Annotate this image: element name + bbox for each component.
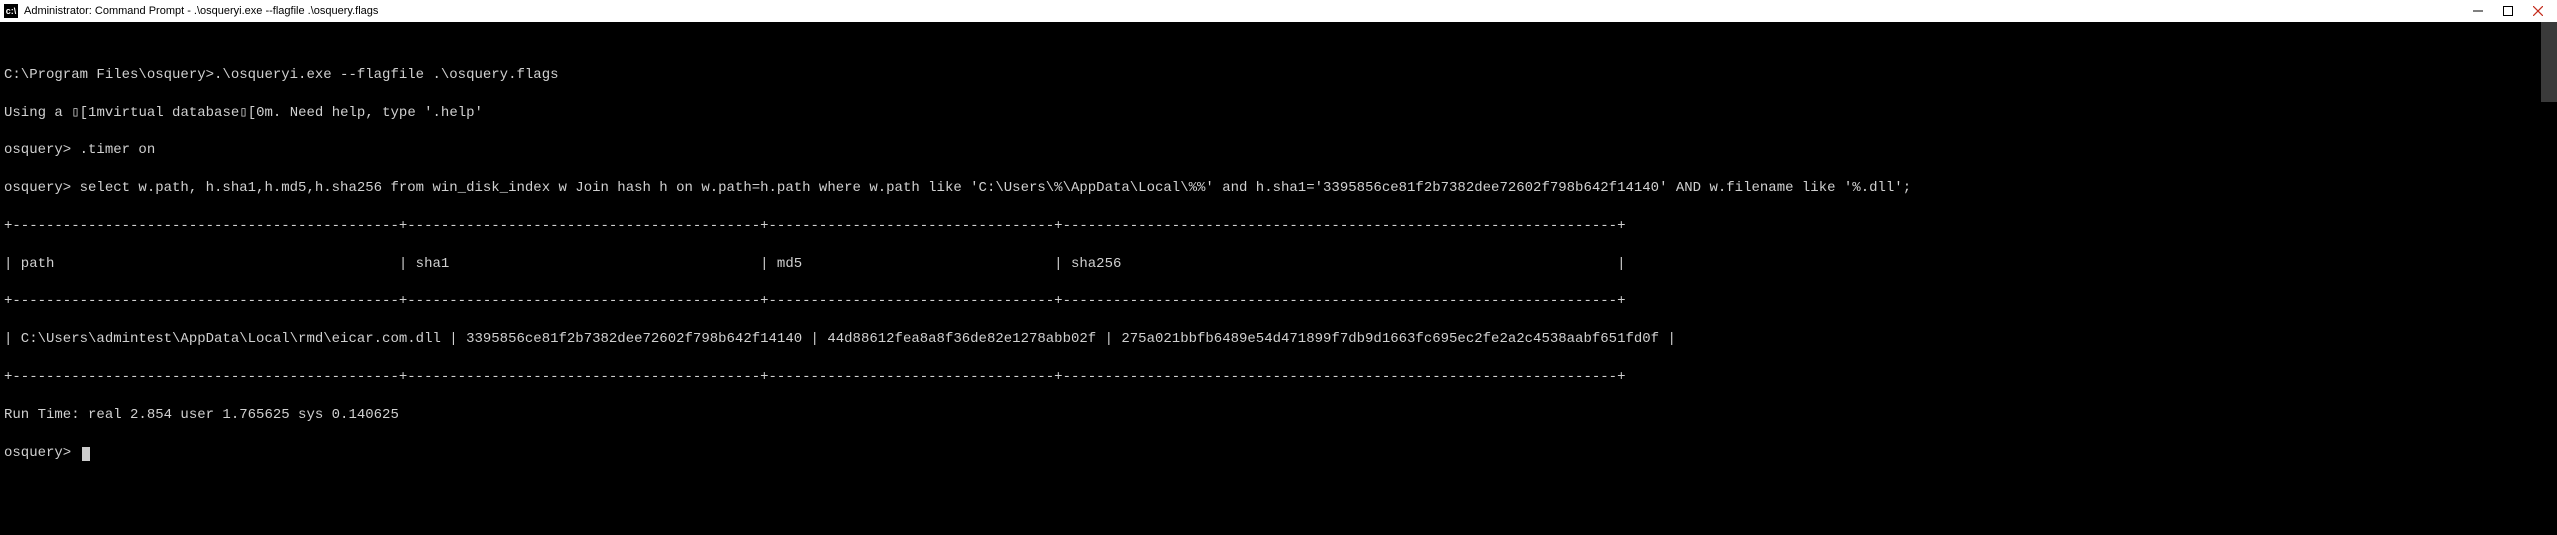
terminal-output[interactable]: C:\Program Files\osquery>.\osqueryi.exe … — [0, 22, 2557, 535]
terminal-line: | C:\Users\admintest\AppData\Local\rmd\e… — [4, 330, 2553, 349]
terminal-line: +---------------------------------------… — [4, 292, 2553, 311]
window-title-bar: c:\ Administrator: Command Prompt - .\os… — [0, 0, 2557, 22]
close-button[interactable] — [2523, 0, 2553, 22]
terminal-line: | path | sha1 | md5 | sha256 | — [4, 255, 2553, 274]
maximize-button[interactable] — [2493, 0, 2523, 22]
window-title: Administrator: Command Prompt - .\osquer… — [24, 5, 378, 17]
window-controls — [2463, 0, 2553, 22]
terminal-line: osquery> .timer on — [4, 141, 2553, 160]
app-icon: c:\ — [4, 4, 18, 18]
terminal-line: C:\Program Files\osquery>.\osqueryi.exe … — [4, 66, 2553, 85]
terminal-line: Using a ▯[1mvirtual database▯[0m. Need h… — [4, 104, 2553, 123]
terminal-line: +---------------------------------------… — [4, 217, 2553, 236]
minimize-button[interactable] — [2463, 0, 2493, 22]
cursor — [82, 447, 90, 461]
terminal-line: osquery> select w.path, h.sha1,h.md5,h.s… — [4, 179, 2553, 198]
terminal-line: Run Time: real 2.854 user 1.765625 sys 0… — [4, 406, 2553, 425]
terminal-prompt-line: osquery> — [4, 444, 2553, 463]
prompt: osquery> — [4, 445, 80, 461]
terminal-line: +---------------------------------------… — [4, 368, 2553, 387]
vertical-scrollbar[interactable] — [2541, 22, 2557, 102]
